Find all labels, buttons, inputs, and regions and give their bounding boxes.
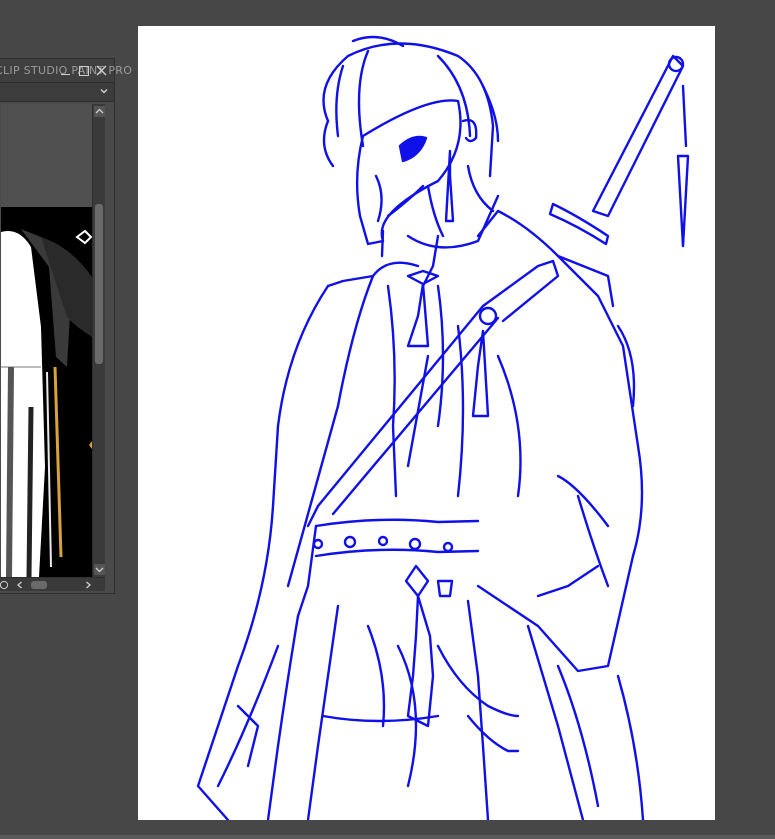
reference-vertical-scrollbar[interactable] <box>92 104 105 577</box>
close-button[interactable] <box>93 62 110 79</box>
horizontal-scroll-thumb[interactable] <box>31 581 47 589</box>
scroll-left-arrow-icon[interactable] <box>15 580 25 590</box>
reference-image-view[interactable] <box>1 104 92 577</box>
drawing-canvas[interactable] <box>138 26 715 820</box>
reference-horizontal-scrollbar[interactable] <box>0 577 105 591</box>
scroll-right-arrow-icon[interactable] <box>83 580 93 590</box>
vertical-scroll-thumb[interactable] <box>95 204 103 364</box>
reference-image <box>1 207 92 577</box>
status-strip <box>0 835 775 839</box>
reference-window[interactable]: CLIP STUDIO PAINT PRO <box>0 58 132 594</box>
minimize-button[interactable] <box>57 62 74 79</box>
scroll-down-arrow-icon[interactable] <box>94 564 105 575</box>
close-icon <box>96 65 107 76</box>
zoom-icon[interactable] <box>0 580 9 590</box>
reference-image-dropdown[interactable] <box>0 83 114 102</box>
maximize-button[interactable] <box>75 62 92 79</box>
application-workspace: CLIP STUDIO PAINT PRO <box>0 0 775 839</box>
reference-window-titlebar[interactable]: CLIP STUDIO PAINT PRO <box>0 59 132 83</box>
chevron-down-icon <box>100 89 108 94</box>
scroll-up-arrow-icon[interactable] <box>94 106 105 117</box>
character-lineart <box>196 35 690 820</box>
